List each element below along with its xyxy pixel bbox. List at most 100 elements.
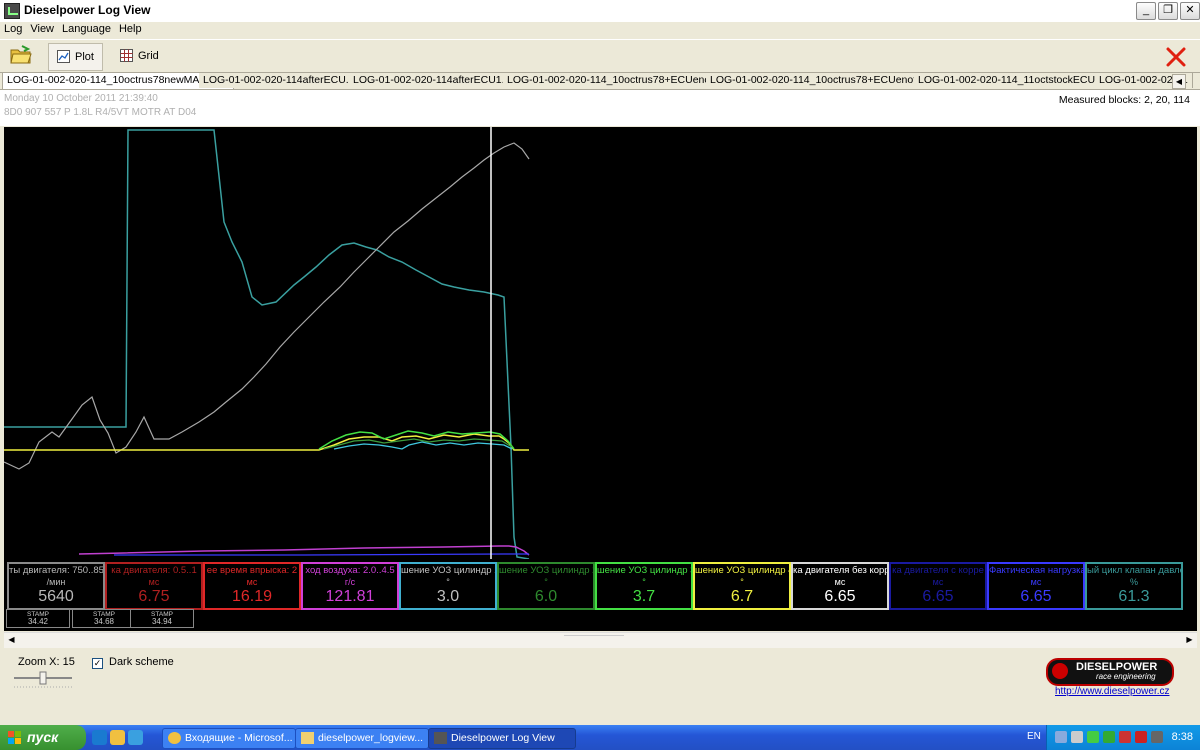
scroll-left-icon[interactable]: ◀ [5, 634, 18, 646]
start-button[interactable]: пуск [0, 725, 86, 750]
tab-scroll: ◀▶ [1172, 74, 1198, 104]
restore-button[interactable]: ❐ [1158, 2, 1178, 20]
trace-blue [114, 553, 529, 556]
channel-name: ты двигателя: 750..85 [9, 565, 103, 576]
website-link[interactable]: http://www.dieselpower.cz [1055, 686, 1170, 697]
dark-scheme-label: Dark scheme [109, 656, 174, 668]
channel-unit: ° [544, 577, 548, 587]
channel-name: ый цикл клапан давлен [1087, 565, 1181, 576]
task-label: Dieselpower Log View [451, 732, 555, 744]
taskbar: пуск Входящие - Microsof... dieselpower_… [0, 725, 1200, 750]
task-logview[interactable]: Dieselpower Log View [428, 728, 576, 749]
logo-tagline: race engineering [1096, 672, 1156, 681]
channel-box[interactable]: шение УОЗ цилиндр 4 ° 6.7 [693, 562, 791, 610]
channel-box[interactable]: ка двигателя: 0.5..1 мс 6.75 [105, 562, 203, 610]
dark-scheme-checkbox[interactable]: ✓ Dark scheme [92, 656, 174, 669]
bottom-panel: Zoom X: 15 ✓ Dark scheme DIESELPOWER race… [0, 648, 1200, 725]
channel-unit: ° [740, 577, 744, 587]
channel-value: 6.7 [730, 588, 754, 605]
tray-app-icon[interactable] [1119, 731, 1131, 743]
stamp-value: 34.42 [27, 617, 49, 626]
channel-unit: мс [148, 577, 160, 587]
start-label: пуск [27, 729, 59, 745]
channel-unit: мс [834, 577, 846, 587]
plot-area[interactable] [4, 127, 1197, 559]
channel-value: 3.7 [632, 588, 656, 605]
channel-box[interactable]: ка двигателя без корр мс 6.65 [791, 562, 889, 610]
channel-value: 3.0 [436, 588, 460, 605]
menu-language[interactable]: Language [58, 22, 115, 35]
channel-name: Фактическая нагрузка [989, 565, 1083, 576]
window-title: Dieselpower Log View [24, 3, 151, 17]
trace-rpm [4, 142, 530, 470]
tab-file-6[interactable]: LOG-01-002-020-114_11octstockECU.CSV [914, 73, 1125, 88]
log-date: Monday 10 October 2011 21:39:40 [4, 93, 158, 104]
close-window-button[interactable]: ✕ [1180, 2, 1200, 20]
open-folder-icon[interactable] [10, 45, 32, 65]
channel-unit: % [1129, 577, 1138, 587]
channel-box[interactable]: ый цикл клапан давлен% 61.3 [1085, 562, 1183, 610]
channel-box[interactable]: ее время впрыска: 2 мс 16.19 [203, 562, 301, 610]
channel-value: 6.65 [922, 588, 954, 605]
close-log-icon[interactable] [1164, 45, 1188, 69]
ie-icon[interactable] [92, 730, 107, 745]
task-folder[interactable]: dieselpower_logview... [295, 728, 429, 749]
channel-unit: мс [932, 577, 944, 587]
folder-icon [301, 732, 314, 744]
menu-bar: Log View Language Help [0, 22, 1200, 38]
menu-log[interactable]: Log [0, 22, 26, 35]
plot-canvas [4, 127, 530, 559]
menu-view[interactable]: View [26, 22, 58, 35]
lang-switch-icon[interactable] [1135, 731, 1147, 743]
channel-value: 6.65 [1020, 588, 1052, 605]
channel-value: 5640 [38, 588, 74, 605]
grid-button[interactable]: Grid [112, 43, 167, 69]
tab-scroll-left-icon[interactable]: ◀ [1172, 74, 1186, 89]
task-outlook[interactable]: Входящие - Microsof... [162, 728, 296, 749]
browser-icon[interactable] [128, 730, 143, 745]
menu-help[interactable]: Help [115, 22, 146, 35]
horizontal-scrollbar[interactable]: ◀ ▶ [4, 632, 1197, 648]
app-icon [4, 3, 20, 19]
channel-box[interactable]: шение УОЗ цилиндр 2 ° 6.0 [497, 562, 595, 610]
channel-box[interactable]: шение УОЗ цилиндр 1 ° 3.0 [399, 562, 497, 610]
tray-misc-icon[interactable] [1151, 731, 1163, 743]
checkmark-icon: ✓ [92, 658, 103, 669]
channel-name: ка двигателя: 0.5..1 [111, 565, 197, 576]
channel-name: ее время впрыска: 2 [206, 565, 298, 576]
plot-button[interactable]: Plot [48, 43, 103, 71]
antivirus-icon[interactable] [1087, 731, 1099, 743]
channel-name: ка двигателя без корр [793, 565, 887, 576]
channel-box[interactable]: ты двигателя: 750..85/мин 5640 [7, 562, 105, 610]
channel-unit: мс [1030, 577, 1042, 587]
network-icon[interactable] [1055, 731, 1067, 743]
chart-line-icon [57, 50, 70, 63]
ecu-id: 8D0 907 557 P 1.8L R4/5VT MOTR AT D04 [4, 107, 197, 118]
channel-unit: ° [642, 577, 646, 587]
turbo-icon [1052, 663, 1068, 679]
channel-name: шение УОЗ цилиндр 4 [695, 565, 789, 576]
plot-label: Plot [75, 51, 94, 63]
stamp-value: 34.68 [93, 617, 115, 626]
zoom-slider[interactable] [12, 670, 74, 690]
channel-box[interactable]: ход воздуха: 2.0..4.5 г/с 121.81 [301, 562, 399, 610]
scroll-right-icon[interactable]: ▶ [1183, 634, 1196, 646]
scroll-thumb[interactable] [564, 635, 624, 636]
messenger-icon[interactable] [1103, 731, 1115, 743]
channel-box[interactable]: ка двигателя с корре мс 6.65 [889, 562, 987, 610]
language-indicator[interactable]: EN [1027, 731, 1041, 742]
value-panel: ты двигателя: 750..85/мин 5640 ка двигате… [4, 559, 1197, 631]
channel-value: 6.0 [534, 588, 558, 605]
minimize-button[interactable]: _ [1136, 2, 1156, 20]
trace-cyan [4, 129, 530, 559]
channel-name: шение УОЗ цилиндр 2 [499, 565, 593, 576]
outlook-icon[interactable] [110, 730, 125, 745]
stamp-value: 34.94 [151, 617, 173, 626]
channel-name: шение УОЗ цилиндр 1 [401, 565, 495, 576]
channel-unit: /мин [46, 577, 66, 587]
log-info: Monday 10 October 2011 21:39:40 8D0 907 … [0, 90, 1200, 126]
channel-box[interactable]: шение УОЗ цилиндр 3 ° 3.7 [595, 562, 693, 610]
speaker-icon[interactable] [1071, 731, 1083, 743]
channel-box[interactable]: Фактическая нагрузка мс 6.65 [987, 562, 1085, 610]
grid-label: Grid [138, 50, 159, 62]
